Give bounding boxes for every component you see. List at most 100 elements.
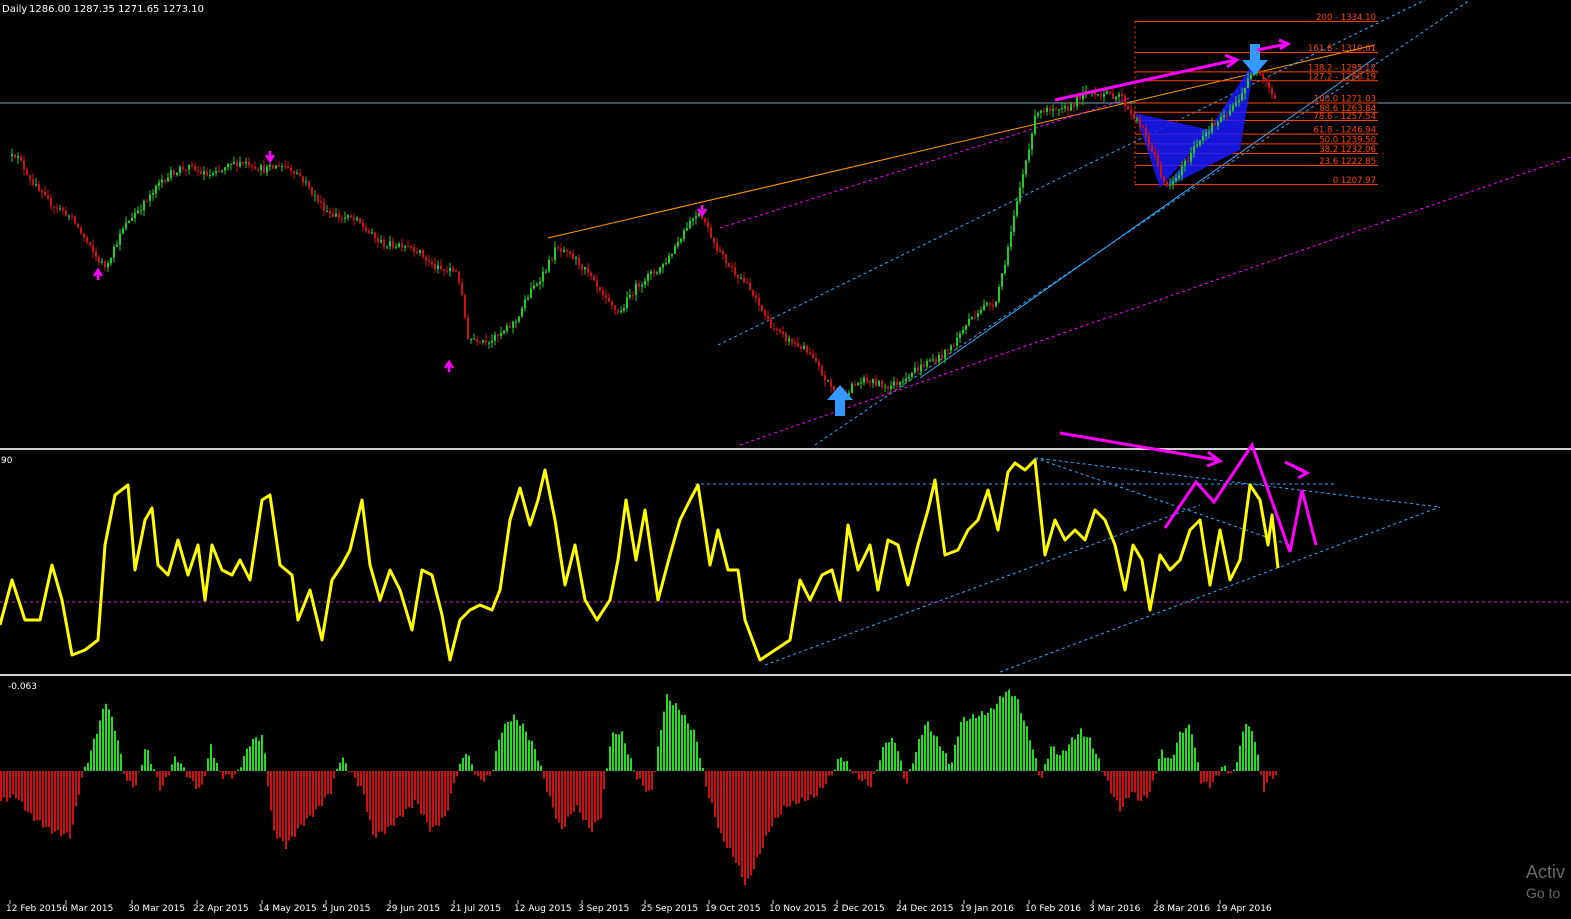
histogram-bar-down xyxy=(426,771,428,823)
candle-body xyxy=(959,333,961,338)
histogram-bar-down xyxy=(420,771,422,814)
histogram-bar-up xyxy=(87,762,89,771)
histogram-bar-down xyxy=(225,771,227,775)
candle-body xyxy=(434,263,436,270)
histogram-bar-up xyxy=(120,753,122,771)
histogram-bar-up xyxy=(684,714,686,771)
candle-body xyxy=(308,181,310,188)
histogram-bar-down xyxy=(387,771,389,828)
histogram-bar-up xyxy=(660,729,662,771)
candle-body xyxy=(1265,78,1267,83)
histogram-bar-down xyxy=(222,771,224,779)
candle-body xyxy=(473,338,475,340)
histogram-bar-up xyxy=(540,765,542,771)
candle-body xyxy=(341,217,343,219)
candle-body xyxy=(932,359,934,361)
histogram-bar-up xyxy=(942,750,944,771)
candle-body xyxy=(1127,105,1129,110)
histogram-bar-down xyxy=(1110,771,1112,794)
candle-body xyxy=(1148,136,1150,146)
candle-body xyxy=(1040,110,1042,113)
candle-body xyxy=(539,281,541,284)
candle-body xyxy=(1049,107,1051,111)
histogram-bar-down xyxy=(15,771,17,799)
candle-body xyxy=(674,246,676,254)
histogram-bar-up xyxy=(615,733,617,771)
candle-body xyxy=(92,244,94,252)
candle-body xyxy=(1187,160,1189,162)
histogram-bar-down xyxy=(813,771,815,799)
histogram-bar-down xyxy=(543,771,545,779)
histogram-bar-up xyxy=(699,758,701,771)
candle-body xyxy=(236,161,238,167)
histogram-bar-up xyxy=(516,719,518,771)
histogram-bar-up xyxy=(1179,731,1181,771)
histogram-bar-down xyxy=(558,771,560,823)
candle-body xyxy=(662,263,664,268)
histogram-bar-up xyxy=(1173,754,1175,771)
timeframe-label: Daily xyxy=(2,4,27,15)
histogram-bar-down xyxy=(381,771,383,832)
candle-body xyxy=(1076,96,1078,107)
histogram-bar-down xyxy=(744,771,746,886)
histogram-bar-down xyxy=(753,771,755,870)
candle-body xyxy=(878,380,880,386)
histogram-bar-down xyxy=(855,771,857,774)
candle-body xyxy=(305,181,307,183)
histogram-bar-down xyxy=(1230,771,1232,774)
histogram-bar-up xyxy=(147,749,149,771)
histogram-bar-down xyxy=(1269,771,1271,776)
histogram-bar-down xyxy=(864,771,866,780)
candle-body xyxy=(200,171,202,175)
candle-body xyxy=(1229,110,1231,115)
fib-level-label: 38.2 1232.06 xyxy=(1319,145,1376,155)
candle-body xyxy=(734,267,736,275)
candle-body xyxy=(704,218,706,223)
histogram-bar-down xyxy=(1107,771,1109,781)
candle-body xyxy=(1142,127,1144,129)
histogram-bar-up xyxy=(609,746,611,771)
candle-body xyxy=(719,251,721,253)
candle-body xyxy=(1169,184,1171,186)
candle-body xyxy=(161,179,163,183)
histogram-bar-down xyxy=(654,771,656,772)
candle-body xyxy=(755,295,757,299)
histogram-bar-up xyxy=(1086,737,1088,771)
candle-body xyxy=(320,201,322,203)
candle-body xyxy=(323,202,325,212)
histogram-bar-down xyxy=(735,771,737,863)
candle-body xyxy=(383,239,385,248)
histogram-bar-down xyxy=(123,771,125,774)
candle-body xyxy=(470,338,472,340)
histogram-bar-up xyxy=(849,769,851,771)
histogram-bar-up xyxy=(255,737,257,771)
candle-body xyxy=(872,378,874,383)
histogram-bar-up xyxy=(342,757,344,771)
histogram-bar-up xyxy=(915,752,917,771)
histogram-bar-down xyxy=(6,771,8,802)
candle-body xyxy=(890,385,892,389)
candle-body xyxy=(194,166,196,171)
histogram-bar-down xyxy=(639,771,641,779)
histogram-bar-down xyxy=(354,771,356,778)
x-tick-label: 6 Mar 2015 xyxy=(62,904,113,914)
candle-body xyxy=(614,305,616,310)
candle-body xyxy=(1016,201,1018,216)
histogram-bar-up xyxy=(945,753,947,771)
candle-body xyxy=(38,184,40,191)
histogram-bar-up xyxy=(1020,713,1022,771)
histogram-bar-down xyxy=(723,771,725,842)
fib-level-label: 50.0 1239.50 xyxy=(1319,135,1376,145)
candle-body xyxy=(1199,140,1201,145)
candle-body xyxy=(725,254,727,264)
histogram-bar-down xyxy=(63,771,65,834)
candle-body xyxy=(584,266,586,270)
histogram-bar-down xyxy=(441,771,443,818)
fib-level-label: 200 - 1334.10 xyxy=(1316,13,1376,23)
histogram-bar-down xyxy=(333,771,335,779)
candle-body xyxy=(944,349,946,359)
candle-body xyxy=(1232,105,1234,111)
candle-body xyxy=(683,230,685,240)
histogram-bar-down xyxy=(1209,771,1211,789)
candle-body xyxy=(581,265,583,270)
